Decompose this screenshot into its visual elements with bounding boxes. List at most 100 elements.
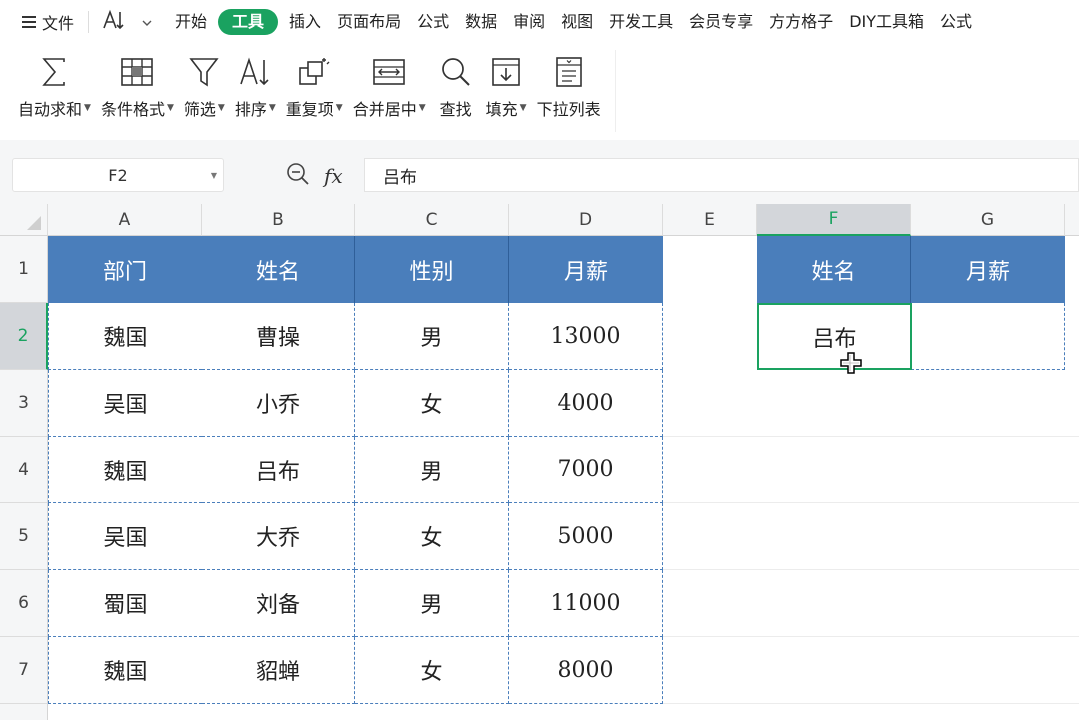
table-cell[interactable]: 吴国	[48, 503, 202, 570]
table-cell[interactable]: 魏国	[48, 303, 202, 370]
table-cell[interactable]: 蜀国	[48, 570, 202, 637]
row-header-2[interactable]: 2	[0, 303, 48, 370]
formula-input-value: 吕布	[383, 167, 417, 188]
caret-down-icon: ▼	[268, 103, 276, 113]
fill-icon	[486, 54, 526, 90]
tab-review[interactable]: 审阅	[505, 9, 553, 35]
table-header-cell[interactable]: 性别	[355, 236, 509, 303]
caret-down-icon[interactable]: ▼	[211, 171, 217, 180]
table-cell[interactable]: 小乔	[202, 370, 355, 437]
zoom-formula-icon[interactable]	[286, 162, 310, 190]
filter-label: 筛选	[183, 100, 216, 119]
column-header-b[interactable]: B	[202, 204, 355, 236]
name-box-value: F2	[108, 165, 128, 185]
gridline	[663, 569, 1079, 570]
active-cell[interactable]: 吕布	[757, 303, 912, 370]
tab-developer[interactable]: 开发工具	[601, 9, 681, 35]
duplicate-icon	[294, 54, 334, 90]
tab-formula[interactable]: 公式	[409, 9, 457, 35]
caret-down-icon: ▼	[166, 103, 174, 113]
table-cell[interactable]: 7000	[509, 437, 663, 503]
fx-icon[interactable]: fx	[324, 164, 343, 188]
table-cell[interactable]: 男	[355, 570, 509, 637]
filter-button[interactable]: 筛选 ▼	[184, 44, 225, 120]
table-cell[interactable]: 魏国	[48, 637, 202, 704]
tab-page-layout[interactable]: 页面布局	[329, 9, 409, 35]
tab-member[interactable]: 会员专享	[681, 9, 761, 35]
row-header-1[interactable]: 1	[0, 236, 48, 303]
row-header-5[interactable]: 5	[0, 503, 48, 570]
column-header-e[interactable]: E	[663, 204, 757, 236]
table-header-cell[interactable]: 月薪	[509, 236, 663, 303]
find-button[interactable]: 查找	[436, 44, 476, 120]
table-cell[interactable]: 女	[355, 503, 509, 570]
table-header-cell[interactable]: 姓名	[202, 236, 355, 303]
autosum-button[interactable]: 自动求和 ▼	[18, 44, 91, 120]
tab-diy-toolbox[interactable]: DIY工具箱	[841, 9, 932, 35]
conditional-format-label: 条件格式	[100, 100, 165, 119]
table-cell[interactable]: 大乔	[202, 503, 355, 570]
table-cell[interactable]: 貂蝉	[202, 637, 355, 704]
row-header-4[interactable]: 4	[0, 437, 48, 503]
filter-icon	[184, 54, 224, 90]
column-header-c[interactable]: C	[355, 204, 509, 236]
table-cell[interactable]: 4000	[509, 370, 663, 437]
sum-icon	[34, 54, 74, 90]
tab-data[interactable]: 数据	[457, 9, 505, 35]
tab-start[interactable]: 开始	[167, 9, 215, 35]
sort-icon	[235, 54, 275, 90]
tab-insert[interactable]: 插入	[281, 9, 329, 35]
table-cell[interactable]: 8000	[509, 637, 663, 704]
tab-view[interactable]: 视图	[553, 9, 601, 35]
row-header-3[interactable]: 3	[0, 370, 48, 437]
menu-divider	[88, 11, 90, 33]
format-painter-icon[interactable]	[101, 9, 127, 35]
table-icon	[117, 54, 157, 90]
column-header-f[interactable]: F	[757, 204, 911, 236]
table-cell[interactable]: 5000	[509, 503, 663, 570]
formula-bar: F2 ▼ fx 吕布	[0, 140, 1079, 204]
select-all-button[interactable]	[0, 204, 48, 236]
name-box[interactable]: F2 ▼	[12, 158, 224, 192]
table-cell[interactable]: 男	[355, 303, 509, 370]
cell-cursor-icon	[840, 352, 862, 374]
file-menu[interactable]: 文件	[22, 10, 74, 34]
tab-fangfang[interactable]: 方方格子	[761, 9, 841, 35]
column-header-d[interactable]: D	[509, 204, 663, 236]
table-cell[interactable]: 吕布	[202, 437, 355, 503]
dropdown-list-button[interactable]: 下拉列表	[537, 44, 601, 120]
lookup-header-cell[interactable]: 姓名	[757, 236, 911, 303]
table-cell[interactable]: 曹操	[202, 303, 355, 370]
table-cell[interactable]: 11000	[509, 570, 663, 637]
table-header-cell[interactable]: 部门	[48, 236, 202, 303]
table-cell[interactable]: 男	[355, 437, 509, 503]
table-cell[interactable]: 女	[355, 637, 509, 704]
caret-down-icon: ▼	[335, 103, 343, 113]
caret-down-icon: ▼	[217, 103, 225, 113]
table-cell[interactable]: 女	[355, 370, 509, 437]
table-cell[interactable]: 13000	[509, 303, 663, 370]
row-header-6[interactable]: 6	[0, 570, 48, 637]
column-header-a[interactable]: A	[48, 204, 202, 236]
table-cell[interactable]: 刘备	[202, 570, 355, 637]
hamburger-icon	[22, 16, 36, 28]
quick-access-dropdown-icon[interactable]	[141, 13, 153, 32]
conditional-format-button[interactable]: 条件格式 ▼	[101, 44, 174, 120]
lookup-header-cell[interactable]: 月薪	[911, 236, 1065, 303]
table-cell[interactable]: 魏国	[48, 437, 202, 503]
lookup-salary-cell[interactable]	[911, 303, 1065, 370]
tab-formula-2[interactable]: 公式	[932, 9, 980, 35]
merge-icon	[369, 54, 409, 90]
gridline	[663, 436, 1079, 437]
table-cell[interactable]: 吴国	[48, 370, 202, 437]
sort-button[interactable]: 排序 ▼	[235, 44, 276, 120]
row-header-next[interactable]	[0, 704, 48, 720]
column-header-next[interactable]	[1065, 204, 1079, 236]
duplicates-button[interactable]: 重复项 ▼	[286, 44, 343, 120]
formula-input[interactable]: 吕布	[364, 158, 1079, 192]
row-header-7[interactable]: 7	[0, 637, 48, 704]
tab-tools[interactable]: 工具	[218, 9, 279, 35]
fill-button[interactable]: 填充 ▼	[486, 44, 527, 120]
merge-center-button[interactable]: 合并居中 ▼	[353, 44, 426, 120]
column-header-g[interactable]: G	[911, 204, 1065, 236]
